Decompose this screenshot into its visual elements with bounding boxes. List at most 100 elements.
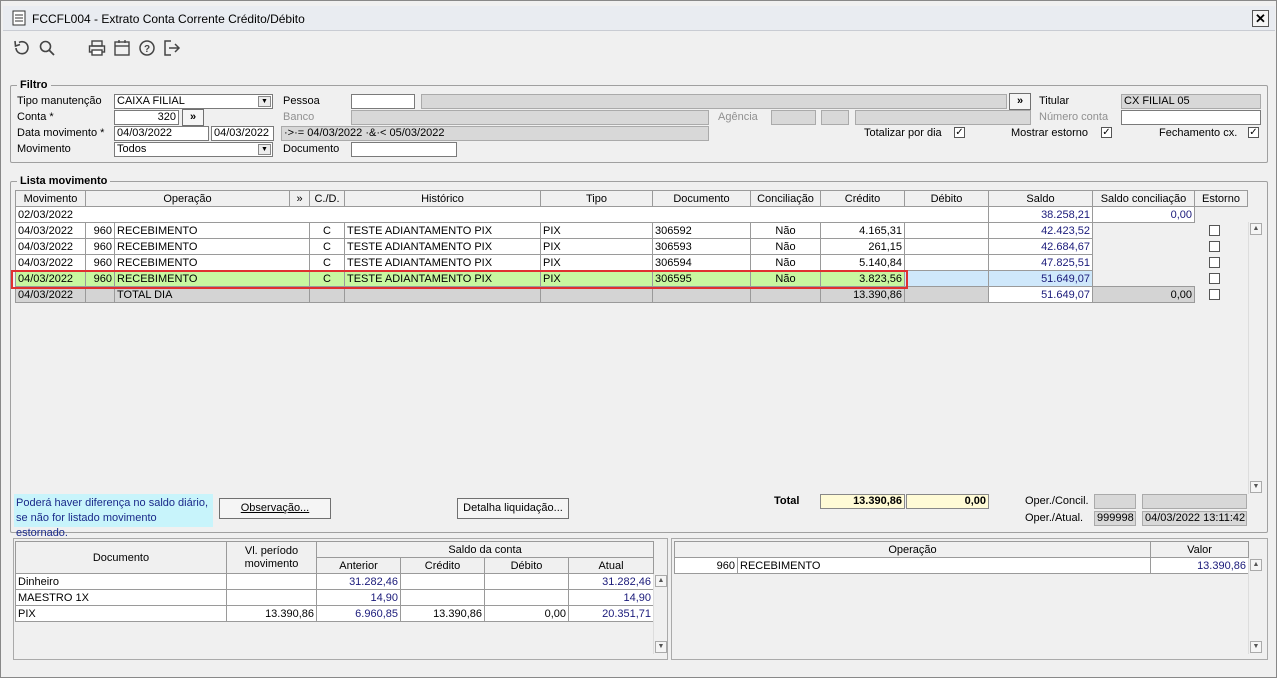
- totalizar-checkbox[interactable]: ✓: [954, 127, 965, 138]
- table-row[interactable]: 04/03/2022 960 RECEBIMENTO C TESTE ADIAN…: [15, 222, 1248, 239]
- estorno-checkbox[interactable]: [1208, 225, 1220, 236]
- cell-estorno: [1194, 222, 1248, 239]
- col-documento[interactable]: Documento: [15, 541, 227, 574]
- close-icon: ✕: [1255, 11, 1266, 26]
- col-vl-periodo[interactable]: Vl. período movimento: [226, 541, 317, 574]
- col-estorno[interactable]: Estorno: [1194, 190, 1248, 207]
- cell-ant: 6.960,85: [316, 605, 401, 622]
- scroll-down-icon[interactable]: ▼: [655, 641, 667, 653]
- selected-row-highlight: [11, 270, 908, 289]
- help-icon[interactable]: ?: [138, 39, 156, 57]
- scroll-up-icon[interactable]: ▲: [655, 575, 667, 587]
- cell-hist: TESTE ADIANTAMENTO PIX: [344, 222, 541, 239]
- table-row[interactable]: MAESTRO 1X 14,90 14,90: [15, 589, 655, 606]
- documento-input[interactable]: [351, 142, 457, 157]
- col-debito[interactable]: Débito: [484, 557, 569, 574]
- table-row[interactable]: 960 RECEBIMENTO 13.390,86: [674, 557, 1249, 574]
- table-row[interactable]: 02/03/2022 38.258,21 0,00: [15, 206, 1248, 223]
- cell-saldo-conc: [1092, 270, 1195, 287]
- exit-icon[interactable]: [163, 39, 181, 57]
- col-credito[interactable]: Crédito: [820, 190, 905, 207]
- col-atual[interactable]: Atual: [567, 557, 655, 574]
- cell-mov: 04/03/2022: [15, 222, 86, 239]
- col-cd[interactable]: C./D.: [309, 190, 345, 207]
- col-tipo[interactable]: Tipo: [540, 190, 653, 207]
- cell-ant: 31.282,46: [316, 573, 401, 590]
- numero-conta-input[interactable]: [1121, 110, 1261, 125]
- col-saldo[interactable]: Saldo: [988, 190, 1093, 207]
- lista-scrollbar[interactable]: ▲ ▼: [1248, 222, 1262, 494]
- row-date: 02/03/2022: [15, 206, 989, 223]
- cell-estorno: [1194, 238, 1248, 255]
- cell-ant: 14,90: [316, 589, 401, 606]
- data-from-input[interactable]: 04/03/2022: [114, 126, 209, 141]
- cell-atual: 31.282,46: [567, 573, 655, 590]
- col-operacao[interactable]: Operação: [674, 541, 1151, 558]
- col-operacao[interactable]: Operação: [85, 190, 290, 207]
- col-credito[interactable]: Crédito: [400, 557, 485, 574]
- col-anterior[interactable]: Anterior: [316, 557, 401, 574]
- svg-text:?: ?: [144, 44, 150, 55]
- cell-saldo: 42.684,67: [988, 238, 1093, 255]
- conta-label: Conta *: [17, 111, 54, 123]
- close-button[interactable]: ✕: [1252, 10, 1269, 27]
- operacao-scrollbar[interactable]: ▲ ▼: [1248, 558, 1262, 654]
- filtro-legend: Filtro: [20, 79, 48, 91]
- cell-vl: 13.390,86: [226, 605, 317, 622]
- estorno-checkbox[interactable]: [1208, 273, 1220, 284]
- cell-conc: Não: [750, 238, 821, 255]
- col-valor[interactable]: Valor: [1150, 541, 1249, 558]
- table-row[interactable]: 04/03/2022 960 RECEBIMENTO C TESTE ADIAN…: [15, 254, 1248, 271]
- scroll-up-icon[interactable]: ▲: [1250, 223, 1262, 235]
- cell-conc: Não: [750, 222, 821, 239]
- observacao-button[interactable]: Observação...: [219, 498, 331, 519]
- detalha-liquidacao-button[interactable]: Detalha liquidação...: [457, 498, 569, 519]
- agencia-digit-field: [821, 110, 849, 125]
- table-row[interactable]: Dinheiro 31.282,46 31.282,46: [15, 573, 655, 590]
- oper-atual-datetime-field: 04/03/2022 13:11:42: [1142, 511, 1247, 526]
- col-debito[interactable]: Débito: [904, 190, 989, 207]
- cell-deb: [904, 254, 989, 271]
- col-historico[interactable]: Histórico: [344, 190, 541, 207]
- undo-icon[interactable]: [12, 39, 30, 57]
- cell-cd: C: [309, 222, 345, 239]
- conta-lookup-button[interactable]: »: [182, 109, 204, 126]
- pessoa-lookup-button[interactable]: »: [1009, 93, 1031, 110]
- documento-scrollbar[interactable]: ▲ ▼: [653, 574, 667, 654]
- search-icon[interactable]: [38, 39, 56, 57]
- tipo-manutencao-value: CAIXA FILIAL: [117, 95, 185, 107]
- pessoa-name-field: [421, 94, 1007, 109]
- col-movimento[interactable]: Movimento: [15, 190, 86, 207]
- operacao-table: Operação Valor 960 RECEBIMENTO 13.390,86: [674, 541, 1249, 574]
- tipo-manutencao-select[interactable]: CAIXA FILIAL ▼: [114, 94, 273, 109]
- titular-label: Titular: [1039, 95, 1070, 107]
- data-to-input[interactable]: 04/03/2022: [211, 126, 274, 141]
- agencia-field: [771, 110, 816, 125]
- table-row[interactable]: 04/03/2022 960 RECEBIMENTO C TESTE ADIAN…: [15, 238, 1248, 255]
- chevron-down-icon: ▼: [258, 96, 271, 107]
- estorno-checkbox[interactable]: [1208, 241, 1220, 252]
- total-debito-field: 0,00: [906, 494, 989, 509]
- data-expression-field: ·>·= 04/03/2022 ·&·< 05/03/2022: [281, 126, 709, 141]
- fechamento-checkbox[interactable]: ✓: [1248, 127, 1259, 138]
- mostrar-estorno-checkbox[interactable]: ✓: [1101, 127, 1112, 138]
- table-row[interactable]: PIX 13.390,86 6.960,85 13.390,86 0,00 20…: [15, 605, 655, 622]
- documento-label: Documento: [283, 143, 340, 155]
- col-conciliacao[interactable]: Conciliação: [750, 190, 821, 207]
- col-saldo-conciliacao[interactable]: Saldo conciliação: [1092, 190, 1195, 207]
- cell-atual: 20.351,71: [567, 605, 655, 622]
- cell-tipo: PIX: [540, 238, 653, 255]
- col-expand[interactable]: »: [289, 190, 310, 207]
- pessoa-input[interactable]: [351, 94, 415, 109]
- estorno-checkbox[interactable]: [1209, 289, 1220, 300]
- calendar-icon[interactable]: [113, 39, 131, 57]
- scroll-down-icon[interactable]: ▼: [1250, 641, 1262, 653]
- scroll-down-icon[interactable]: ▼: [1250, 481, 1262, 493]
- conta-input[interactable]: 320: [114, 110, 179, 125]
- col-documento[interactable]: Documento: [652, 190, 751, 207]
- scroll-up-icon[interactable]: ▲: [1250, 559, 1262, 571]
- chevron-down-icon: ▼: [258, 144, 271, 155]
- movimento-select[interactable]: Todos ▼: [114, 142, 273, 157]
- estorno-checkbox[interactable]: [1208, 257, 1220, 268]
- print-icon[interactable]: [88, 39, 106, 57]
